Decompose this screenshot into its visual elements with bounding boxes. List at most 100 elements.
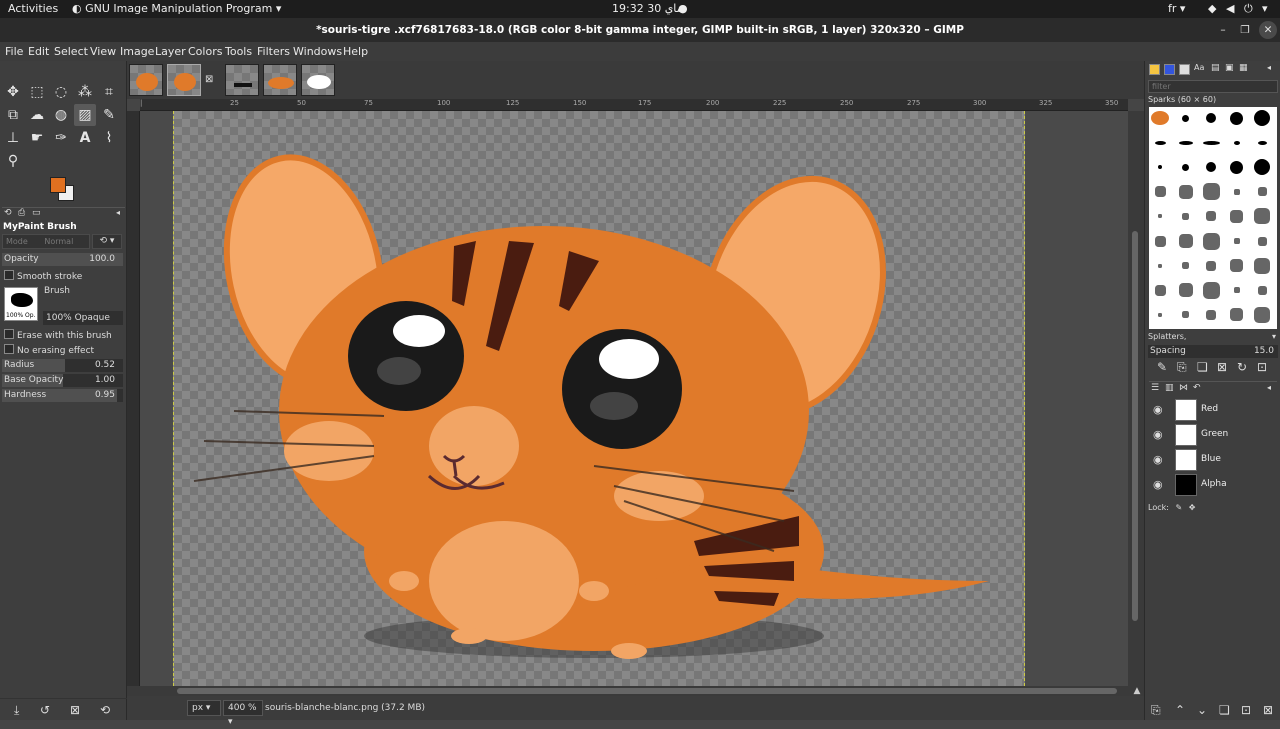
lock-pixels-icon[interactable]: ✎ (1175, 503, 1182, 512)
brush-preview-cell[interactable] (1226, 181, 1248, 203)
vertical-scroll-thumb[interactable] (1132, 231, 1138, 621)
hardness-slider[interactable]: Hardness 0.95 (2, 389, 123, 402)
app-menu[interactable]: ◐ GNU Image Manipulation Program ▾ (72, 2, 281, 15)
lasso-icon[interactable]: ◌ (50, 81, 72, 103)
brush-preview-cell[interactable] (1149, 255, 1171, 277)
image-tab[interactable] (301, 64, 335, 96)
delete-channel-icon[interactable]: ⊠ (1263, 703, 1273, 717)
document-history-tab-icon[interactable]: ▣ (1225, 63, 1234, 73)
menu-image[interactable]: Image (120, 45, 154, 58)
brush-tab-icon[interactable] (1149, 64, 1160, 75)
duplicate-brush-icon[interactable]: ❏ (1197, 360, 1208, 374)
mode-reset-dropdown[interactable]: ⟲ ▾ (92, 234, 122, 249)
mode-select[interactable]: Mode Normal (2, 234, 90, 249)
clock[interactable]: 19:32 ماي 30 (612, 2, 683, 15)
horizontal-scrollbar[interactable] (127, 686, 1144, 696)
radius-slider[interactable]: Radius 0.52 (2, 359, 123, 372)
text-tool-icon[interactable]: A (74, 127, 96, 149)
zoom-select[interactable]: 400 % ▾ (223, 700, 263, 727)
brush-preview-cell[interactable] (1200, 181, 1222, 203)
brush-preview-cell[interactable] (1251, 181, 1273, 203)
paths-icon[interactable]: ✑ (50, 127, 72, 149)
paths-tab-icon[interactable]: ⋈ (1179, 383, 1188, 393)
brush-preview-cell[interactable] (1251, 132, 1273, 154)
brush-preview-cell[interactable] (1251, 255, 1273, 277)
menu-help[interactable]: Help (343, 45, 368, 58)
delete-brush-icon[interactable]: ⊠ (1217, 360, 1227, 374)
brush-preview-cell[interactable] (1175, 230, 1197, 252)
delete-icon[interactable]: ⊠ (70, 703, 80, 717)
brush-preview-cell[interactable] (1200, 230, 1222, 252)
channel-row[interactable]: ◉ Green (1149, 423, 1277, 447)
new-brush-icon[interactable]: ⎘ (1177, 360, 1187, 375)
brush-preview-cell[interactable] (1175, 205, 1197, 227)
menu-tools[interactable]: Tools (225, 45, 252, 58)
brush-preview-cell[interactable] (1175, 255, 1197, 277)
brush-grid[interactable] (1149, 107, 1277, 329)
brush-spacing-slider[interactable]: Spacing 15.0 (1148, 345, 1278, 358)
brush-preview-cell[interactable] (1251, 107, 1273, 129)
activities-button[interactable]: Activities (8, 2, 58, 15)
brush-preview-cell[interactable] (1149, 304, 1171, 326)
close-tab-icon[interactable]: ⊠ (205, 74, 213, 85)
image-canvas[interactable] (173, 111, 1025, 686)
brush-preview-cell[interactable] (1200, 279, 1222, 301)
gradient-tab-icon[interactable] (1179, 64, 1190, 75)
opacity-slider[interactable]: Opacity 100.0 (2, 253, 123, 266)
brush-preview-cell[interactable] (1200, 156, 1222, 178)
pattern-tab-icon[interactable] (1164, 64, 1175, 75)
menu-filters[interactable]: Filters (257, 45, 290, 58)
brush-preview-cell[interactable] (1200, 205, 1222, 227)
tool-options-tab-icon[interactable]: ⟲ (4, 208, 12, 218)
navigate-icon[interactable]: ▲ (1130, 686, 1144, 696)
new-channel-icon[interactable]: ⎘ (1151, 703, 1161, 718)
brush-preview-cell[interactable] (1175, 279, 1197, 301)
brush-tag-select[interactable]: Splatters, ▾ (1148, 331, 1278, 343)
unit-select[interactable]: px ▾ (187, 700, 221, 716)
brush-name-field[interactable]: 100% Opaque (43, 311, 123, 325)
brush-preview-cell[interactable] (1175, 304, 1197, 326)
brush-preview-cell[interactable] (1200, 304, 1222, 326)
visibility-eye-icon[interactable]: ◉ (1153, 478, 1163, 491)
channel-row[interactable]: ◉ Red (1149, 398, 1277, 422)
brush-preview-cell[interactable] (1200, 255, 1222, 277)
undo-history-tab-icon[interactable]: ▭ (32, 208, 41, 218)
brush-preview-cell[interactable] (1175, 181, 1197, 203)
visibility-eye-icon[interactable]: ◉ (1153, 403, 1163, 416)
channel-row[interactable]: ◉ Blue (1149, 448, 1277, 472)
menu-colors[interactable]: Colors (188, 45, 222, 58)
clone-icon[interactable]: ⊥ (2, 127, 24, 149)
system-menu-chevron-icon[interactable]: ▾ (1262, 2, 1268, 15)
base-opacity-slider[interactable]: Base Opacity 1.00 (2, 374, 123, 387)
brush-preview-cell[interactable] (1251, 205, 1273, 227)
brush-preview-cell[interactable] (1200, 107, 1222, 129)
brush-preview-cell[interactable] (1226, 255, 1248, 277)
brush-preview-cell[interactable] (1226, 230, 1248, 252)
warp-icon[interactable]: ☁ (26, 104, 48, 126)
channel-to-selection-icon[interactable]: ⊡ (1241, 703, 1251, 717)
lower-channel-icon[interactable]: ⌄ (1197, 703, 1207, 717)
brush-preview-cell[interactable] (1226, 156, 1248, 178)
image-tab[interactable] (225, 64, 259, 96)
panel-menu-icon[interactable]: ◂ (1267, 63, 1271, 72)
menu-file[interactable]: File (5, 45, 23, 58)
restore-icon[interactable]: ↺ (40, 703, 50, 717)
brush-preview-cell[interactable] (1175, 156, 1197, 178)
smooth-stroke-checkbox[interactable]: Smooth stroke (4, 270, 82, 282)
brush-as-image-icon[interactable]: ⊡ (1257, 360, 1267, 374)
rect-select-icon[interactable]: ⬚ (26, 81, 48, 103)
refresh-brushes-icon[interactable]: ↻ (1237, 360, 1247, 374)
brush-preview-cell[interactable] (1149, 132, 1171, 154)
font-tab-icon[interactable]: Aa (1194, 63, 1204, 72)
save-preset-icon[interactable]: ⤓ (14, 703, 19, 718)
erase-with-brush-checkbox[interactable]: Erase with this brush (4, 329, 112, 341)
undo-tab-icon[interactable]: ↶ (1193, 383, 1201, 393)
brush-preview-cell[interactable] (1226, 205, 1248, 227)
horizontal-scroll-thumb[interactable] (177, 688, 1117, 694)
brush-preview-cell[interactable] (1251, 304, 1273, 326)
brush-preview-cell[interactable] (1251, 279, 1273, 301)
fuzzy-select-icon[interactable]: ⁂ (74, 81, 96, 103)
brush-preview-cell[interactable] (1226, 107, 1248, 129)
brush-preview-cell[interactable] (1251, 156, 1273, 178)
channels-tab-icon[interactable]: ▥ (1165, 383, 1174, 393)
